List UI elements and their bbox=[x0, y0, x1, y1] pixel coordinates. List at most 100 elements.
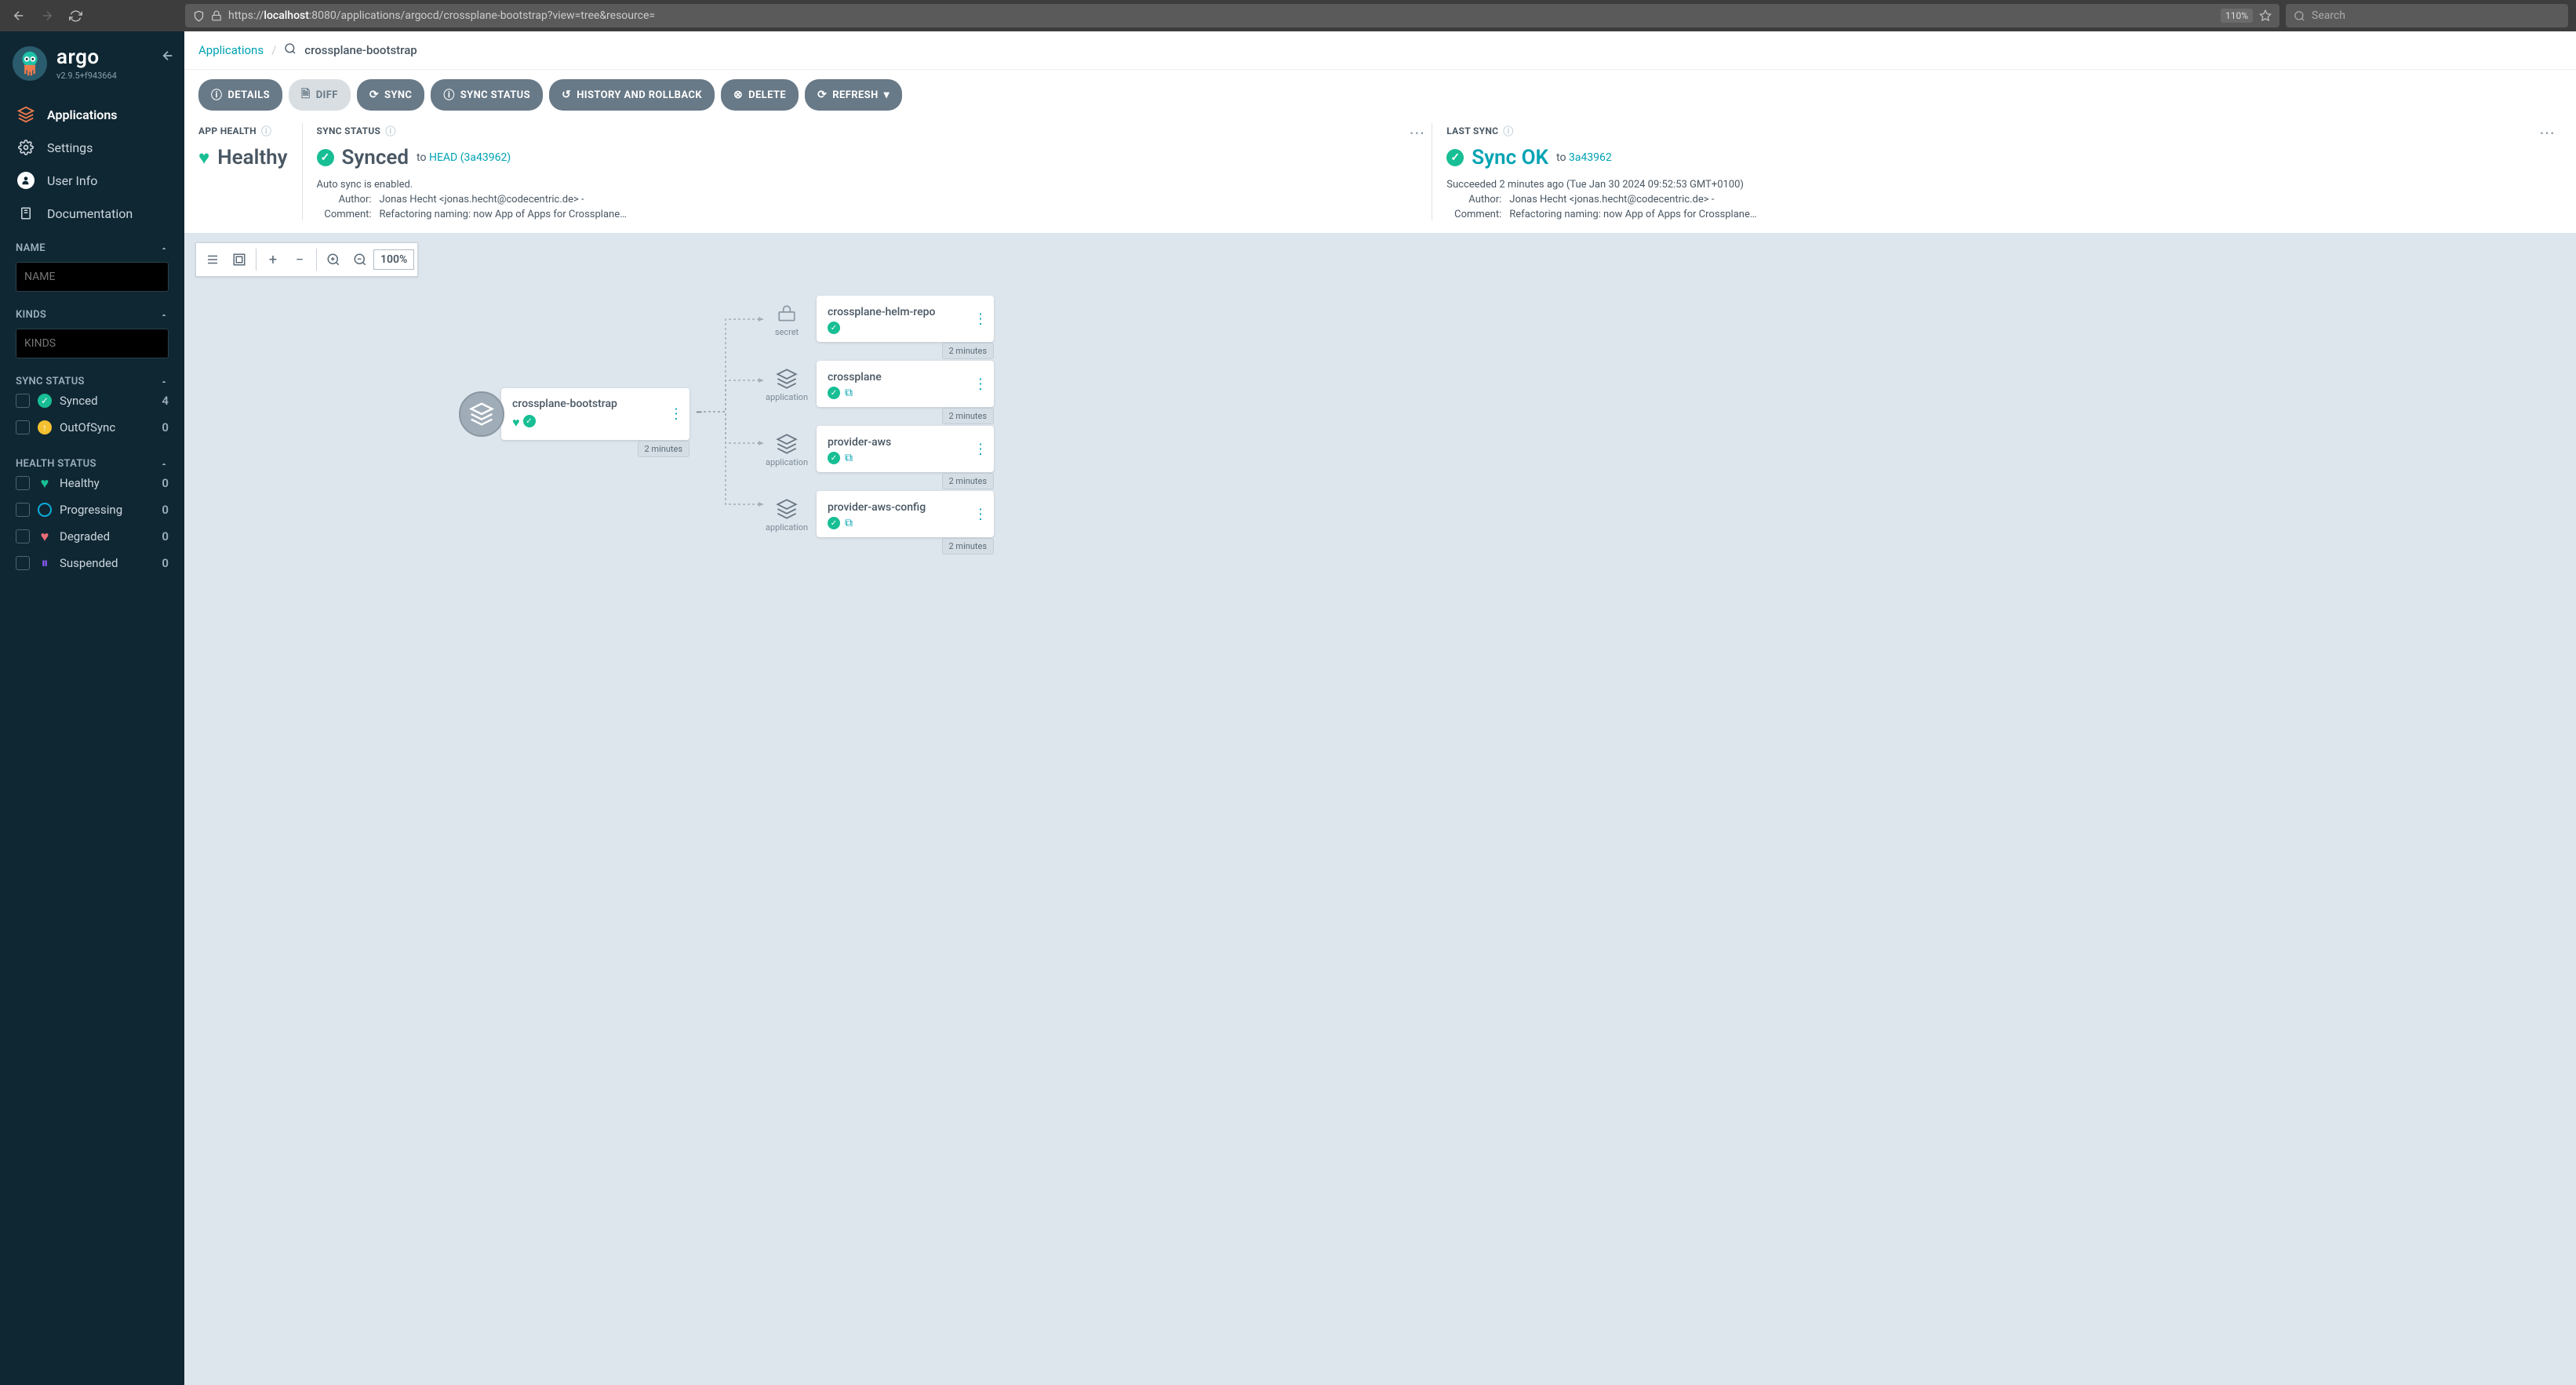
age-badge: 2 minutes bbox=[942, 538, 994, 554]
chevron-up-icon[interactable] bbox=[159, 311, 169, 320]
age-badge: 2 minutes bbox=[942, 408, 994, 424]
nav-settings[interactable]: Settings bbox=[0, 131, 184, 164]
secret-icon bbox=[773, 302, 800, 325]
history-button[interactable]: ↺HISTORY AND ROLLBACK bbox=[549, 79, 715, 111]
nav-user-info[interactable]: User Info bbox=[0, 164, 184, 197]
zoom-level[interactable]: 100% bbox=[373, 249, 414, 270]
chevron-up-icon[interactable] bbox=[159, 460, 169, 469]
external-link-icon[interactable]: ⧉ bbox=[845, 517, 853, 529]
summary-sync-status: ⋯ SYNC STATUSⓘ ✓ Synced to HEAD (3a43962… bbox=[302, 123, 1432, 220]
check-icon: ✓ bbox=[523, 415, 536, 427]
heart-icon: ♥ bbox=[38, 476, 52, 490]
filter-name-input[interactable] bbox=[16, 262, 169, 292]
external-link-icon[interactable]: ⧉ bbox=[845, 387, 853, 399]
child-node-application[interactable]: application provider-aws ✓⧉ ⋮ 2 minutes bbox=[765, 426, 994, 472]
delete-button[interactable]: ⊗DELETE bbox=[721, 79, 799, 111]
info-icon: ⓘ bbox=[443, 87, 454, 103]
checkbox[interactable] bbox=[16, 420, 30, 434]
root-node[interactable]: crossplane-bootstrap ♥ ✓ ⋮ 2 minutes bbox=[459, 388, 689, 440]
filter-row-progressing[interactable]: Progressing 0 bbox=[16, 496, 169, 523]
zoom-badge[interactable]: 110% bbox=[2221, 9, 2253, 23]
external-link-icon[interactable]: ⧉ bbox=[845, 452, 853, 464]
more-menu[interactable]: ⋯ bbox=[1409, 123, 1425, 142]
checkbox[interactable] bbox=[16, 529, 30, 543]
last-sync-time: Succeeded 2 minutes ago (Tue Jan 30 2024… bbox=[1446, 179, 2548, 191]
check-icon: ✓ bbox=[828, 452, 840, 464]
url-bar[interactable]: https://localhost:8080/applications/argo… bbox=[185, 4, 2279, 27]
info-icon[interactable]: ⓘ bbox=[1503, 123, 1513, 138]
zoom-out-button[interactable] bbox=[347, 246, 373, 273]
back-button[interactable] bbox=[8, 5, 30, 27]
collapse-toggle[interactable]: − bbox=[694, 407, 704, 416]
refresh-button[interactable]: ⟳REFRESH▾ bbox=[805, 79, 902, 111]
search-box[interactable]: Search bbox=[2286, 4, 2568, 27]
child-node-application[interactable]: application crossplane ✓⧉ ⋮ 2 minutes bbox=[765, 361, 994, 407]
broken-heart-icon: ♥ bbox=[38, 529, 52, 543]
toolbar: ⓘDETAILS 🗎DIFF ⟳SYNC ⓘSYNC STATUS ↺HISTO… bbox=[184, 70, 2576, 120]
search-icon[interactable] bbox=[284, 42, 297, 58]
checkbox[interactable] bbox=[16, 503, 30, 517]
filter-row-outofsync[interactable]: ↑ OutOfSync 0 bbox=[16, 414, 169, 441]
kind-label: application bbox=[766, 392, 808, 402]
chevron-up-icon[interactable] bbox=[159, 377, 169, 387]
forward-button[interactable] bbox=[36, 5, 58, 27]
brand-version: v2.9.5+f943664 bbox=[56, 71, 117, 81]
info-icon[interactable]: ⓘ bbox=[385, 123, 395, 138]
collapse-button[interactable]: − bbox=[286, 246, 313, 273]
reload-button[interactable] bbox=[64, 5, 86, 27]
filter-kinds-input[interactable] bbox=[16, 329, 169, 358]
node-menu[interactable]: ⋮ bbox=[973, 441, 988, 457]
chevron-up-icon[interactable] bbox=[159, 244, 169, 253]
breadcrumb-applications[interactable]: Applications bbox=[198, 43, 264, 57]
filter-row-suspended[interactable]: ⏸ Suspended 0 bbox=[16, 550, 169, 576]
filter-row-healthy[interactable]: ♥ Healthy 0 bbox=[16, 470, 169, 496]
sync-revision[interactable]: HEAD (3a43962) bbox=[429, 151, 511, 164]
filter-name-label: NAME bbox=[16, 242, 45, 254]
more-menu[interactable]: ⋯ bbox=[2539, 123, 2556, 142]
node-menu[interactable]: ⋮ bbox=[973, 311, 988, 327]
details-button[interactable]: ⓘDETAILS bbox=[198, 79, 282, 111]
child-node-secret[interactable]: secret crossplane-helm-repo ✓ ⋮ 2 minute… bbox=[765, 296, 994, 342]
filter-row-degraded[interactable]: ♥ Degraded 0 bbox=[16, 523, 169, 550]
node-menu[interactable]: ⋮ bbox=[973, 506, 988, 522]
filter-health-section: HEALTH STATUS ♥ Healthy 0 Progressing 0 … bbox=[0, 445, 184, 581]
nav-documentation[interactable]: Documentation bbox=[0, 197, 184, 230]
expand-button[interactable]: + bbox=[260, 246, 286, 273]
filter-row-synced[interactable]: ✓ Synced 4 bbox=[16, 387, 169, 414]
book-icon bbox=[17, 205, 35, 222]
sync-status-button[interactable]: ⓘSYNC STATUS bbox=[431, 79, 543, 111]
root-card[interactable]: crossplane-bootstrap ♥ ✓ ⋮ 2 minutes bbox=[501, 388, 689, 440]
checkbox[interactable] bbox=[16, 556, 30, 570]
node-menu[interactable]: ⋮ bbox=[973, 376, 988, 392]
view-tree-button[interactable] bbox=[226, 246, 253, 273]
kind-label: application bbox=[766, 522, 808, 533]
outofsync-icon: ↑ bbox=[38, 420, 52, 434]
check-icon: ✓ bbox=[1446, 149, 1464, 166]
view-list-button[interactable] bbox=[199, 246, 226, 273]
info-icon[interactable]: ⓘ bbox=[261, 123, 271, 138]
sync-button[interactable]: ⟳SYNC bbox=[357, 79, 424, 111]
health-value: Healthy bbox=[217, 146, 287, 169]
collapse-sidebar-button[interactable] bbox=[161, 49, 175, 66]
tree-canvas[interactable]: + − 100% bbox=[184, 233, 2576, 1385]
sync-value: Synced bbox=[342, 146, 409, 169]
filter-name-section: NAME bbox=[0, 230, 184, 296]
node-menu[interactable]: ⋮ bbox=[669, 406, 683, 423]
check-icon: ✓ bbox=[828, 517, 840, 529]
checkbox[interactable] bbox=[16, 394, 30, 408]
pause-icon: ⏸ bbox=[38, 556, 52, 570]
argo-logo bbox=[13, 46, 47, 81]
nav-user-info-label: User Info bbox=[47, 173, 97, 188]
last-sync-revision[interactable]: 3a43962 bbox=[1569, 151, 1612, 164]
diff-button[interactable]: 🗎DIFF bbox=[289, 79, 351, 111]
history-icon: ↺ bbox=[562, 89, 571, 101]
synced-icon: ✓ bbox=[38, 394, 52, 408]
sidebar: argo v2.9.5+f943664 Applications Setting… bbox=[0, 31, 184, 1385]
zoom-in-button[interactable] bbox=[320, 246, 347, 273]
filter-kinds-label: KINDS bbox=[16, 309, 46, 321]
checkbox[interactable] bbox=[16, 476, 30, 490]
search-icon bbox=[2294, 10, 2305, 22]
bookmark-icon[interactable] bbox=[2259, 9, 2272, 22]
nav-applications[interactable]: Applications bbox=[0, 98, 184, 131]
child-node-application[interactable]: application provider-aws-config ✓⧉ ⋮ 2 m… bbox=[765, 491, 994, 537]
